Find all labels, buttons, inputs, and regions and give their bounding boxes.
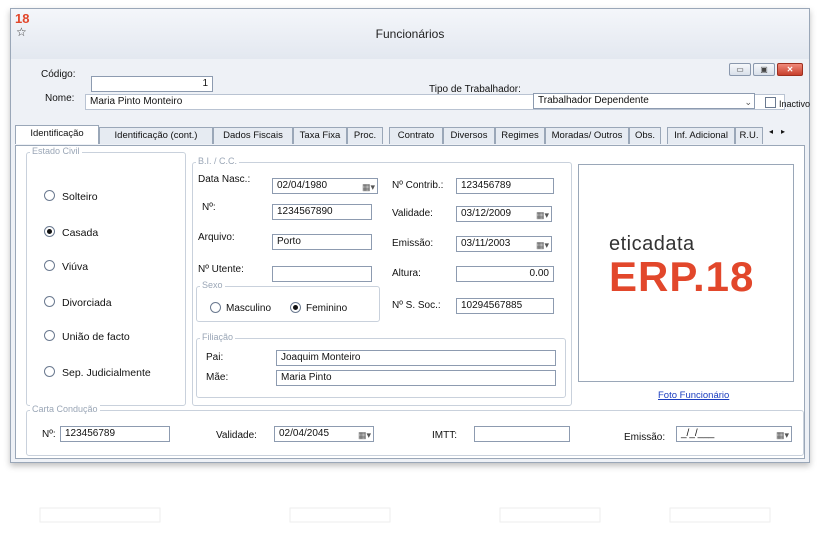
imtt-input[interactable] — [474, 426, 570, 442]
carta-validade-value: 02/04/2045 — [279, 428, 330, 439]
carta-numero-label: Nº: — [42, 429, 56, 440]
validade-label: Validade: — [392, 208, 433, 219]
window-title: Funcionários — [375, 27, 445, 41]
data-nasc-input[interactable]: 02/04/1980 ▦▾ — [272, 178, 378, 194]
feminino-label: Feminino — [306, 303, 348, 314]
carta-validade-label: Validade: — [216, 430, 257, 441]
tab-obs[interactable]: Obs. — [629, 127, 661, 144]
validade-input[interactable]: 03/12/2009 ▦▾ — [456, 206, 552, 222]
tab-taxa-fixa[interactable]: Taxa Fixa — [293, 127, 347, 144]
casada-label: Casada — [62, 227, 99, 239]
contrib-input[interactable]: 123456789 — [456, 178, 554, 194]
calendar-icon[interactable]: ▦▾ — [776, 428, 789, 441]
maximize-button[interactable]: ▣ — [753, 63, 775, 76]
emissao-value: 03/11/2003 — [461, 238, 511, 249]
nome-label: Nome: — [45, 93, 75, 104]
tipo-trabalhador-select[interactable]: Trabalhador Dependente ⌄ — [533, 93, 755, 109]
altura-label: Altura: — [392, 268, 421, 279]
bi-numero-label: Nº: — [202, 202, 216, 213]
emissao-label: Emissão: — [392, 238, 434, 249]
close-button[interactable]: ✕ — [777, 63, 803, 76]
radio-sep-judicialmente[interactable] — [44, 366, 55, 377]
contrib-label: Nº Contrib.: — [392, 180, 444, 191]
calendar-icon[interactable]: ▦▾ — [536, 238, 549, 251]
solteiro-label: Solteiro — [62, 191, 98, 203]
tab-inf-adicional[interactable]: Inf. Adicional — [667, 127, 735, 144]
pai-input[interactable]: Joaquim Monteiro — [276, 350, 556, 366]
filiacao-group — [196, 338, 566, 398]
radio-casada[interactable] — [44, 226, 55, 237]
carta-conducao-title: Carta Condução — [30, 404, 100, 414]
tipo-trabalhador-label: Tipo de Trabalhador: — [429, 84, 521, 95]
ss-label: Nº S. Soc.: — [392, 300, 441, 311]
chevron-down-icon[interactable]: ⌄ — [744, 95, 752, 108]
uniao-de-facto-label: União de facto — [62, 331, 130, 343]
radio-divorciada[interactable] — [44, 296, 55, 307]
employee-window: 18 ☆ Funcionários ▭ ▣ ✕ Código: 1 Nome: … — [10, 8, 810, 463]
sexo-title: Sexo — [200, 280, 225, 290]
radio-solteiro[interactable] — [44, 190, 55, 201]
utente-input[interactable] — [272, 266, 372, 282]
tab-content-panel: Estado Civil Solteiro Casada Viúva Divor… — [15, 145, 805, 459]
validade-value: 03/12/2009 — [461, 208, 512, 219]
radio-feminino[interactable] — [290, 302, 301, 313]
calendar-icon[interactable]: ▦▾ — [358, 428, 371, 441]
carta-validade-input[interactable]: 02/04/2045 ▦▾ — [274, 426, 374, 442]
data-nasc-label: Data Nasc.: — [198, 174, 251, 185]
radio-viuva[interactable] — [44, 260, 55, 271]
foto-funcionario-link[interactable]: Foto Funcionário — [658, 390, 729, 401]
carta-emissao-input[interactable]: _/_/___ ▦▾ — [676, 426, 792, 442]
tab-scroll-right-icon[interactable]: ▸ — [781, 127, 785, 136]
estado-civil-title: Estado Civil — [30, 146, 82, 156]
emissao-input[interactable]: 03/11/2003 ▦▾ — [456, 236, 552, 252]
bi-numero-input[interactable]: 1234567890 — [272, 204, 372, 220]
inactivo-label: Inactivo — [779, 99, 811, 109]
title-bar: 18 ☆ Funcionários — [11, 9, 809, 59]
arquivo-input[interactable]: Porto — [272, 234, 372, 250]
pai-label: Pai: — [206, 352, 224, 363]
carta-emissao-value: _/_/___ — [681, 428, 715, 439]
minimize-button[interactable]: ▭ — [729, 63, 751, 76]
utente-label: Nº Utente: — [198, 264, 244, 275]
tab-contrato[interactable]: Contrato — [389, 127, 443, 144]
tab-ru[interactable]: R.U. — [735, 127, 763, 144]
radio-masculino[interactable] — [210, 302, 221, 313]
tab-proc[interactable]: Proc. — [347, 127, 383, 144]
tab-moradas-outros[interactable]: Moradas/ Outros — [545, 127, 629, 144]
carta-emissao-label: Emissão: — [624, 432, 666, 443]
mae-input[interactable]: Maria Pinto — [276, 370, 556, 386]
calendar-icon[interactable]: ▦▾ — [362, 180, 375, 193]
tab-identificacao-cont[interactable]: Identificação (cont.) — [99, 127, 213, 144]
tab-regimes[interactable]: Regimes — [495, 127, 545, 144]
photo-frame[interactable]: eticadata ERP.18 — [578, 164, 794, 382]
sep-judicialmente-label: Sep. Judicialmente — [62, 367, 151, 379]
app-badge-icon: 18 — [15, 11, 30, 26]
tab-dados-fiscais[interactable]: Dados Fiscais — [213, 127, 293, 144]
codigo-input[interactable]: 1 — [91, 76, 213, 92]
tab-scroll-left-icon[interactable]: ◂ — [769, 127, 773, 136]
mae-label: Mãe: — [206, 372, 229, 383]
viuva-label: Viúva — [62, 261, 89, 273]
codigo-label: Código: — [41, 69, 76, 80]
masculino-label: Masculino — [226, 303, 272, 314]
imtt-label: IMTT: — [432, 430, 457, 441]
calendar-icon[interactable]: ▦▾ — [536, 208, 549, 221]
ss-input[interactable]: 10294567885 — [456, 298, 554, 314]
erp18-logo-text: ERP.18 — [609, 253, 755, 300]
data-nasc-value: 02/04/1980 — [277, 180, 328, 191]
bi-cc-title: B.I. / C.C. — [196, 156, 240, 166]
sexo-group — [196, 286, 380, 322]
tab-identificacao[interactable]: Identificação — [15, 125, 99, 144]
inactivo-checkbox[interactable] — [765, 97, 776, 108]
arquivo-label: Arquivo: — [198, 232, 235, 243]
radio-uniao-de-facto[interactable] — [44, 330, 55, 341]
tipo-trabalhador-value: Trabalhador Dependente — [538, 95, 649, 106]
altura-input[interactable]: 0.00 — [456, 266, 554, 282]
tab-diversos[interactable]: Diversos — [443, 127, 495, 144]
carta-numero-input[interactable]: 123456789 — [60, 426, 170, 442]
divorciada-label: Divorciada — [62, 297, 112, 309]
filiacao-title: Filiação — [200, 332, 236, 342]
window-reflection — [39, 507, 771, 523]
